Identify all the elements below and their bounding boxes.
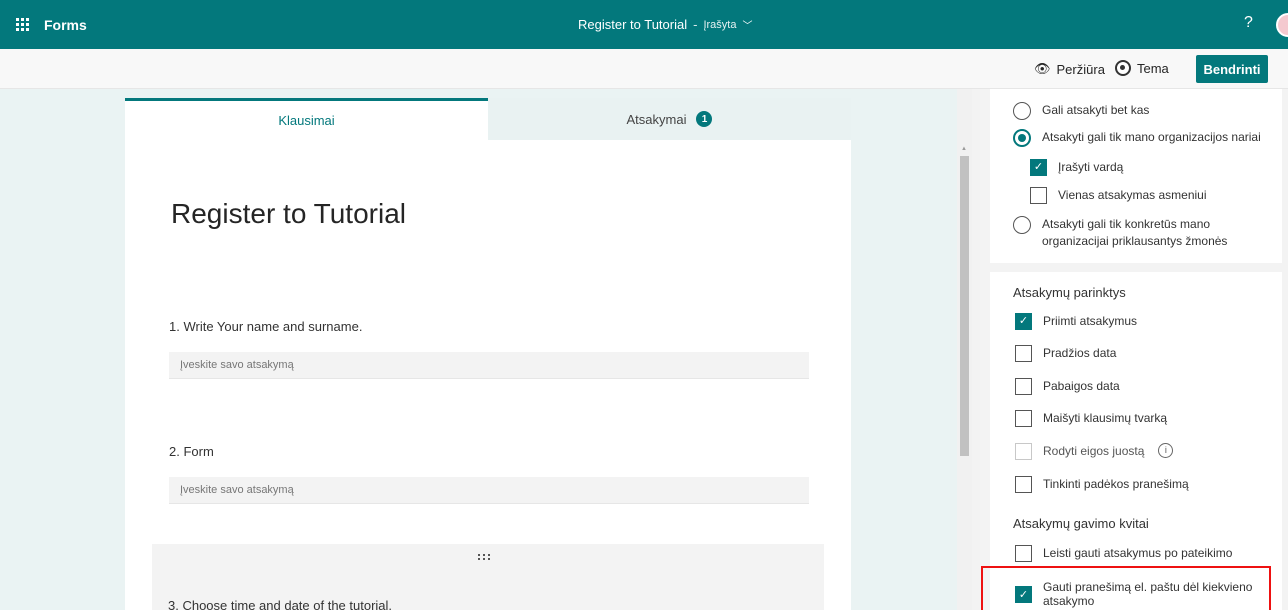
checkbox-progress-bar[interactable]: Rodyti eigos juostą i <box>1015 443 1174 460</box>
checkbox-icon <box>1015 410 1032 427</box>
checkbox-checked-icon: ✓ <box>1015 313 1032 330</box>
theme-label: Tema <box>1137 60 1169 76</box>
question-2-input[interactable]: Įveskite savo atsakymą <box>169 477 809 504</box>
title-separator: - <box>693 17 698 32</box>
radio-selected-icon <box>1013 129 1031 147</box>
app-launcher-button[interactable] <box>0 0 44 49</box>
header-form-title: Register to Tutorial <box>578 17 688 32</box>
checkbox-end-date[interactable]: Pabaigos data <box>1015 378 1120 395</box>
checkbox-icon <box>1015 378 1032 395</box>
checkbox-one-response-label: Vienas atsakymas asmeniui <box>1058 188 1207 202</box>
checkbox-icon <box>1015 345 1032 362</box>
command-bar: 👁 Peržiūra Tema Bendrinti <box>0 49 1288 89</box>
checkbox-progress-bar-label: Rodyti eigos juostą <box>1043 444 1145 458</box>
app-name[interactable]: Forms <box>44 17 87 33</box>
tab-responses[interactable]: Atsakymai 1 <box>488 98 851 140</box>
checkbox-allow-receipt[interactable]: Leisti gauti atsakymus po pateikimo <box>1015 545 1232 562</box>
radio-specific-people-label: Atsakyti gali tik konkretūs mano organiz… <box>1042 217 1228 248</box>
checkbox-allow-receipt-label: Leisti gauti atsakymus po pateikimo <box>1043 546 1233 560</box>
checkbox-icon <box>1030 187 1047 204</box>
checkbox-thank-you-message[interactable]: Tinkinti padėkos pranešimą <box>1015 476 1189 493</box>
receipts-title: Atsakymų gavimo kvitai <box>1013 516 1149 531</box>
help-button[interactable]: ? <box>1244 14 1253 32</box>
radio-org-only[interactable]: Atsakyti gali tik mano organizacijos nar… <box>1013 129 1261 147</box>
checkbox-checked-icon: ✓ <box>1030 159 1047 176</box>
top-bar: Forms Register to Tutorial - Įrašyta ﹀ ? <box>0 0 1288 49</box>
radio-anyone-label: Gali atsakyti bet kas <box>1042 103 1150 117</box>
checkbox-icon <box>1015 545 1032 562</box>
checkbox-accept-responses-label: Priimti atsakymus <box>1043 314 1138 328</box>
share-button[interactable]: Bendrinti <box>1196 55 1268 83</box>
form-title-menu[interactable]: Register to Tutorial - Įrašyta ﹀ <box>578 0 752 49</box>
checkbox-record-name-label: Įrašyti vardą <box>1058 160 1124 174</box>
tab-questions[interactable]: Klausimai <box>125 98 488 140</box>
question-2-label[interactable]: 2. Form <box>169 444 214 459</box>
checkbox-start-date-label: Pradžios data <box>1043 346 1117 360</box>
checkbox-accept-responses[interactable]: ✓ Priimti atsakymus <box>1015 313 1137 330</box>
drag-handle-icon[interactable] <box>478 554 491 560</box>
form-editor-card: Klausimai Atsakymai 1 Register to Tutori… <box>125 98 851 610</box>
highlight-box <box>981 566 1271 610</box>
chevron-down-icon: ﹀ <box>742 21 753 32</box>
question-3-label[interactable]: 3. Choose time and date of the tutorial. <box>168 598 392 610</box>
radio-icon <box>1013 102 1031 120</box>
waffle-icon <box>15 18 29 31</box>
question-1-label[interactable]: 1. Write Your name and surname. <box>169 319 362 334</box>
scrollbar-thumb[interactable] <box>960 156 969 456</box>
checkbox-disabled-icon <box>1015 443 1032 460</box>
eye-icon: 👁 <box>1034 61 1051 76</box>
checkbox-one-response[interactable]: Vienas atsakymas asmeniui <box>1030 187 1207 204</box>
avatar[interactable] <box>1276 13 1288 37</box>
responses-count-badge: 1 <box>696 111 713 127</box>
form-title[interactable]: Register to Tutorial <box>171 198 406 230</box>
question-3-block[interactable]: 3. Choose time and date of the tutorial. <box>152 544 824 610</box>
radio-specific-people[interactable]: Atsakyti gali tik konkretūs mano organiz… <box>1013 216 1273 250</box>
checkbox-shuffle-questions-label: Maišyti klausimų tvarką <box>1043 411 1168 425</box>
palette-icon <box>1115 60 1131 76</box>
response-options-title: Atsakymų parinktys <box>1013 285 1126 300</box>
save-status: Įrašyta <box>703 18 737 31</box>
theme-button[interactable]: Tema <box>1115 60 1169 76</box>
preview-button[interactable]: 👁 Peržiūra <box>1034 61 1105 77</box>
checkbox-start-date[interactable]: Pradžios data <box>1015 345 1116 362</box>
radio-anyone[interactable]: Gali atsakyti bet kas <box>1013 102 1149 120</box>
info-icon[interactable]: i <box>1158 443 1174 458</box>
checkbox-icon <box>1015 476 1032 493</box>
question-1-input[interactable]: Įveskite savo atsakymą <box>169 352 809 379</box>
checkbox-shuffle-questions[interactable]: Maišyti klausimų tvarką <box>1015 410 1167 427</box>
preview-label: Peržiūra <box>1056 61 1105 77</box>
radio-org-only-label: Atsakyti gali tik mano organizacijos nar… <box>1042 130 1261 144</box>
scroll-up-arrow-icon[interactable]: ▲ <box>961 146 967 152</box>
checkbox-thank-you-message-label: Tinkinti padėkos pranešimą <box>1043 477 1189 491</box>
tab-responses-label: Atsakymai <box>626 111 687 127</box>
radio-icon <box>1013 216 1031 234</box>
checkbox-end-date-label: Pabaigos data <box>1043 379 1120 393</box>
checkbox-record-name[interactable]: ✓ Įrašyti vardą <box>1030 159 1123 176</box>
tab-bar: Klausimai Atsakymai 1 <box>125 98 851 140</box>
